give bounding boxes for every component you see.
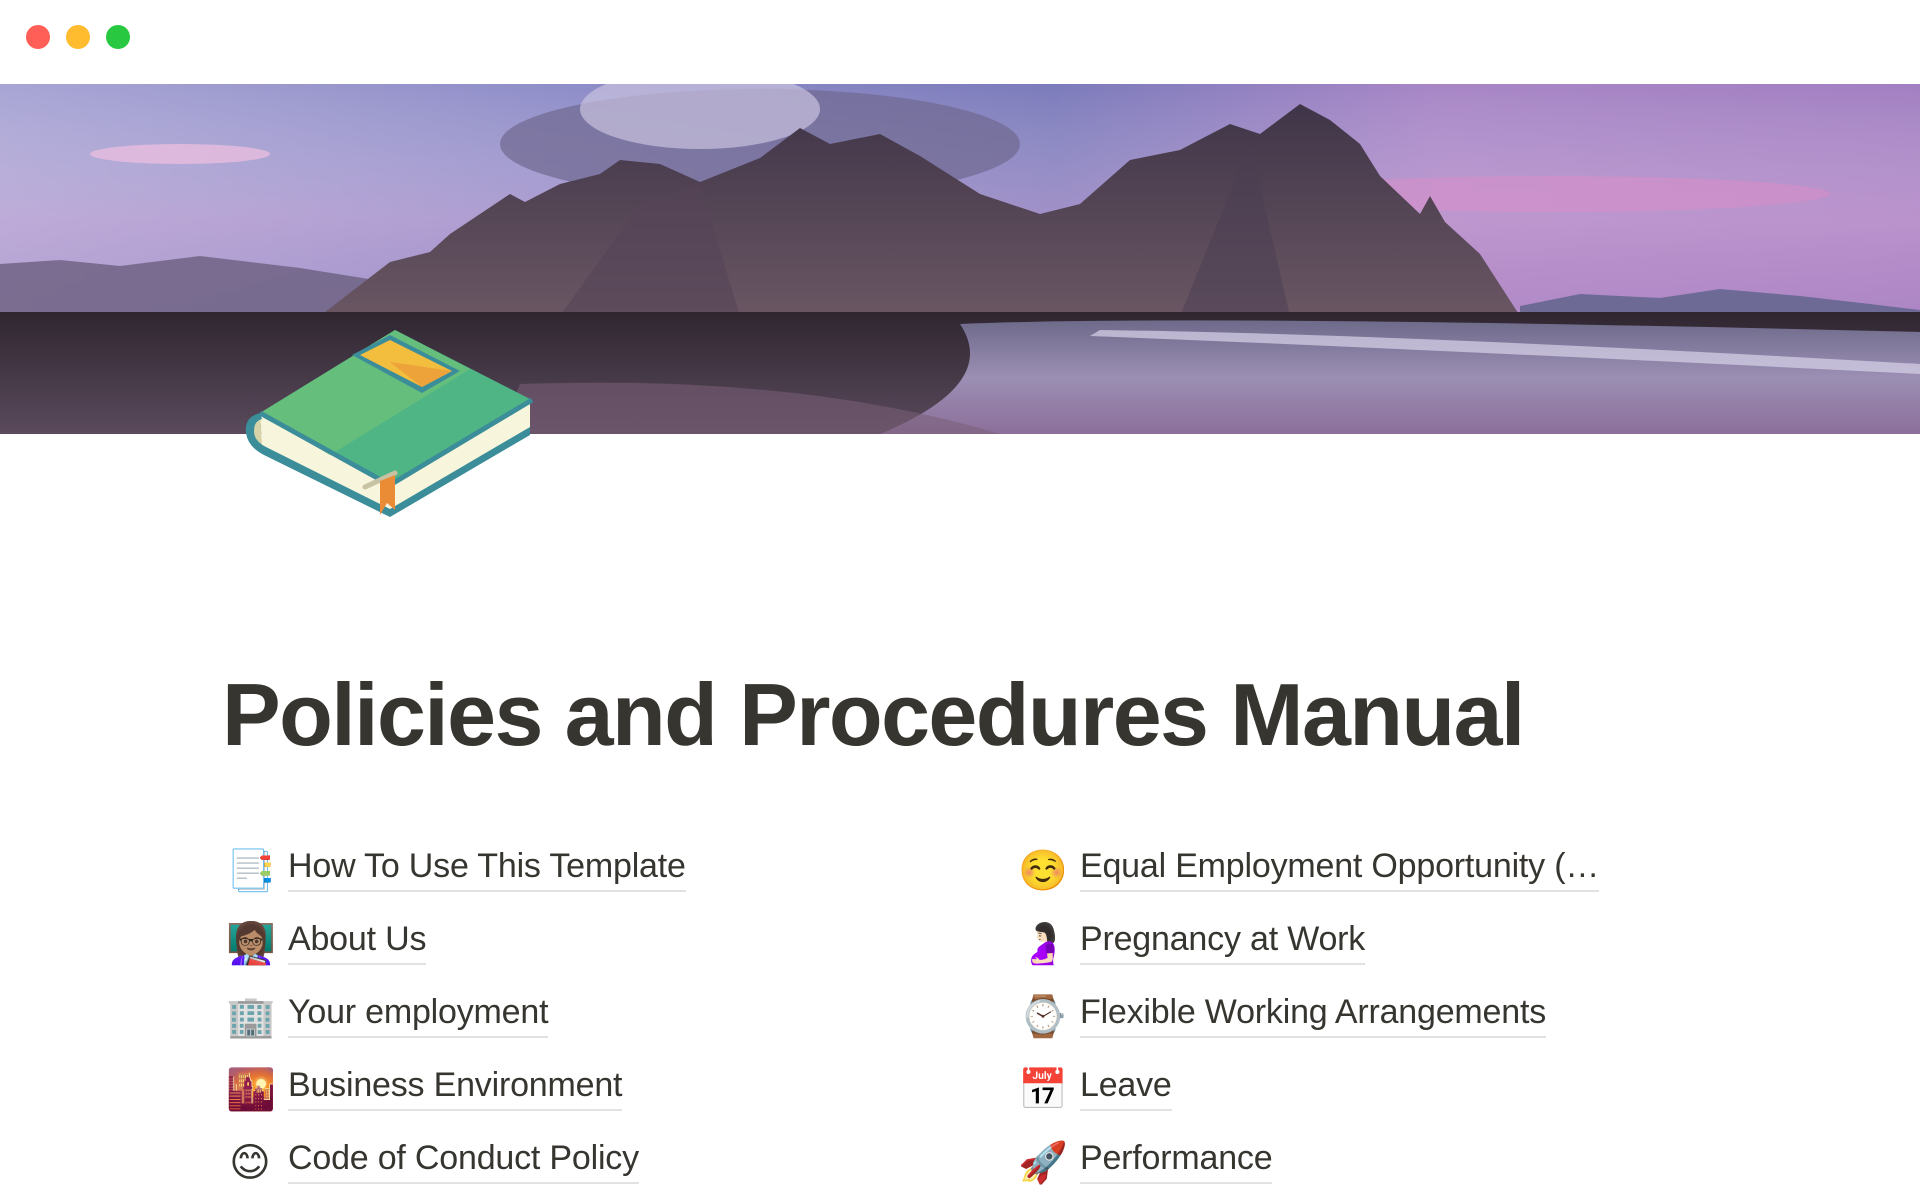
window-close-button[interactable] bbox=[26, 25, 50, 49]
rocket-icon: 🚀 bbox=[1018, 1139, 1068, 1186]
page-link-label[interactable]: Equal Employment Opportunity (… bbox=[1080, 844, 1599, 892]
links-left-column: 📑 How To Use This Template 👩🏽‍🏫 About Us… bbox=[226, 834, 686, 1199]
book-illustration bbox=[245, 330, 534, 517]
page-link-code-of-conduct[interactable]: 😊 Code of Conduct Policy bbox=[226, 1126, 686, 1199]
page-link-label[interactable]: How To Use This Template bbox=[288, 844, 686, 892]
watch-icon: ⌚ bbox=[1018, 993, 1068, 1040]
relaxed-face-icon: ☺️ bbox=[1018, 847, 1068, 894]
page-link-label[interactable]: Performance bbox=[1080, 1136, 1273, 1184]
page-link-label[interactable]: Code of Conduct Policy bbox=[288, 1136, 639, 1184]
page-link-leave[interactable]: 📅 Leave bbox=[1018, 1053, 1599, 1126]
window-titlebar bbox=[0, 0, 1920, 84]
page-link-performance[interactable]: 🚀 Performance bbox=[1018, 1126, 1599, 1199]
page-link-equal-employment[interactable]: ☺️ Equal Employment Opportunity (… bbox=[1018, 834, 1599, 907]
bookmark-tabs-icon: 📑 bbox=[226, 847, 276, 894]
links-right-column: ☺️ Equal Employment Opportunity (… 🤰🏻 Pr… bbox=[1018, 834, 1599, 1199]
smiling-face-icon: 😊 bbox=[229, 1139, 271, 1186]
page-link-label[interactable]: Leave bbox=[1080, 1063, 1172, 1111]
page-link-pregnancy-at-work[interactable]: 🤰🏻 Pregnancy at Work bbox=[1018, 907, 1599, 980]
page-title: Policies and Procedures Manual bbox=[222, 665, 1525, 764]
page-link-flexible-working[interactable]: ⌚ Flexible Working Arrangements bbox=[1018, 980, 1599, 1053]
page-link-label[interactable]: Business Environment bbox=[288, 1063, 622, 1111]
page-link-label[interactable]: About Us bbox=[288, 917, 426, 965]
page-link-how-to-use[interactable]: 📑 How To Use This Template bbox=[226, 834, 686, 907]
window-minimize-button[interactable] bbox=[66, 25, 90, 49]
green-book-icon[interactable] bbox=[240, 305, 535, 520]
city-sunset-icon: 🌇 bbox=[226, 1066, 276, 1113]
woman-teacher-icon: 👩🏽‍🏫 bbox=[226, 920, 276, 967]
page-link-your-employment[interactable]: 🏢 Your employment bbox=[226, 980, 686, 1053]
office-building-icon: 🏢 bbox=[226, 993, 276, 1040]
window-maximize-button[interactable] bbox=[106, 25, 130, 49]
page-link-business-environment[interactable]: 🌇 Business Environment bbox=[226, 1053, 686, 1126]
calendar-icon: 📅 bbox=[1018, 1066, 1068, 1113]
page-link-about-us[interactable]: 👩🏽‍🏫 About Us bbox=[226, 907, 686, 980]
page-link-label[interactable]: Your employment bbox=[288, 990, 549, 1038]
page-link-label[interactable]: Pregnancy at Work bbox=[1080, 917, 1365, 965]
page-link-label[interactable]: Flexible Working Arrangements bbox=[1080, 990, 1546, 1038]
pregnant-woman-icon: 🤰🏻 bbox=[1018, 920, 1068, 967]
